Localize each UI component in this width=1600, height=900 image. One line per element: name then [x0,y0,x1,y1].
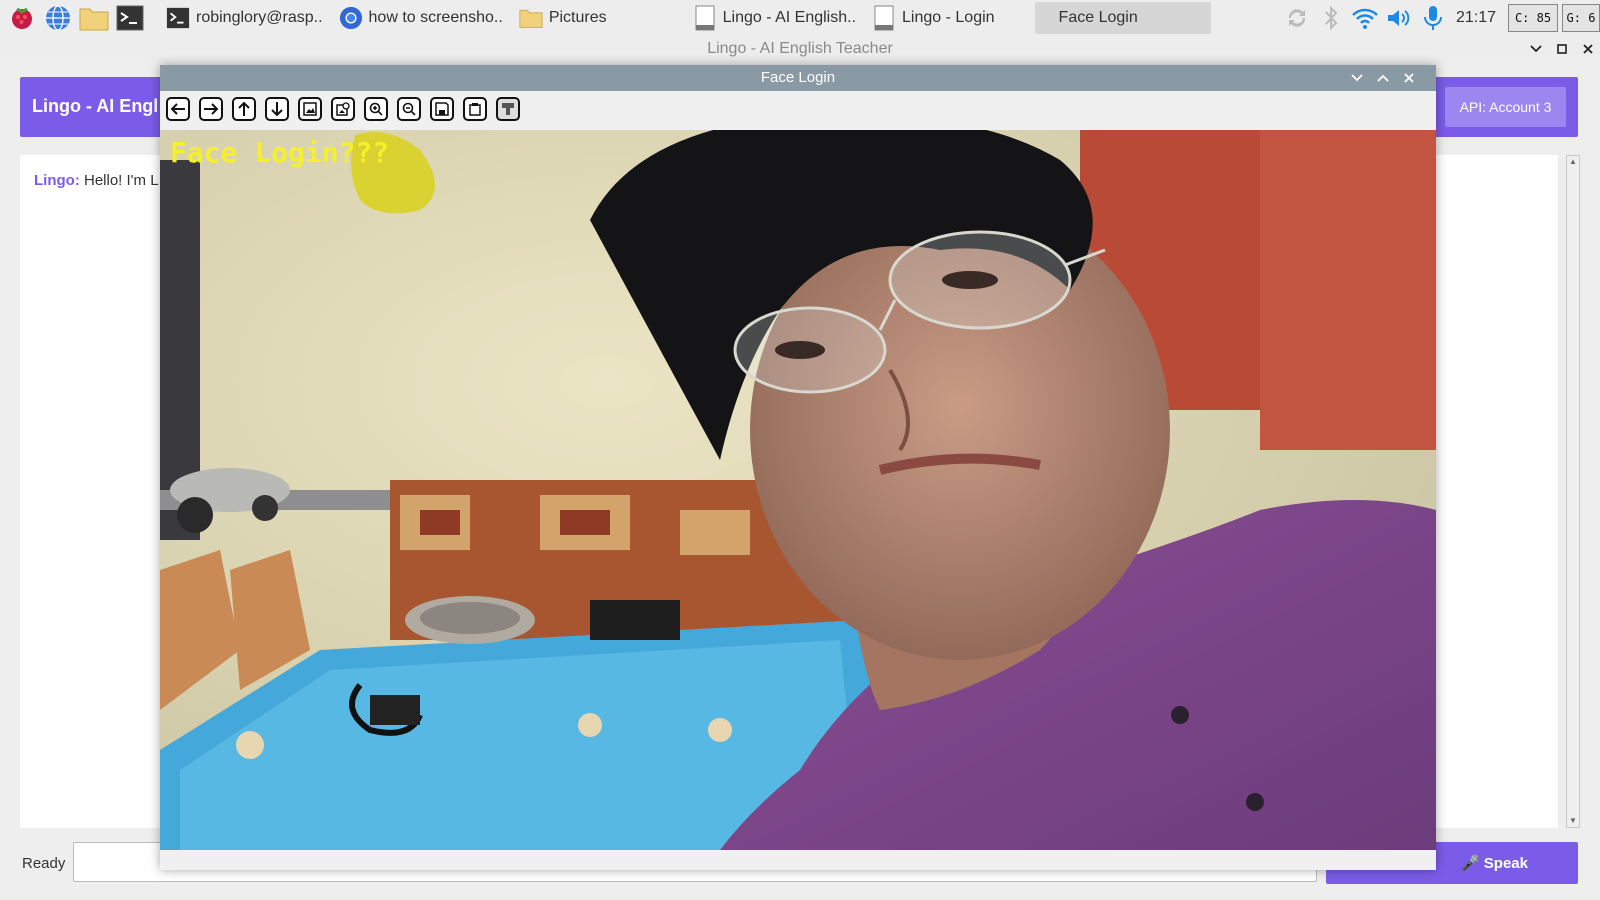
zoom-out-icon[interactable] [397,97,421,121]
app-titlebar: Lingo - AI English Teacher [0,36,1600,62]
chat-scrollbar[interactable]: ▲ ▼ [1566,155,1580,828]
task-lingo-main[interactable]: Lingo - AI English.. [687,2,866,34]
fw-close-button[interactable] [1398,67,1420,89]
folder-icon [519,6,543,30]
maximize-button[interactable] [1551,38,1573,60]
zoom-in-icon[interactable] [364,97,388,121]
arrow-up-icon[interactable] [232,97,256,121]
close-button[interactable] [1577,38,1599,60]
task-label: how to screensho.. [368,9,503,26]
face-login-titlebar[interactable]: Face Login [160,65,1436,91]
arrow-down-icon[interactable] [265,97,289,121]
task-label: Lingo - AI English.. [722,9,857,26]
task-label: Lingo - Login [902,9,995,26]
window-icon [693,5,717,31]
sync-icon[interactable] [1280,1,1314,35]
bluetooth-icon[interactable] [1314,1,1348,35]
fw-minimize-button[interactable] [1346,67,1368,89]
arrow-left-icon[interactable] [166,97,190,121]
terminal-launcher-icon[interactable] [114,2,146,34]
clock[interactable]: 21:17 [1450,9,1508,27]
volume-icon[interactable] [1382,1,1416,35]
scroll-up-arrow-icon[interactable]: ▲ [1568,157,1578,167]
task-pictures[interactable]: Pictures [513,2,617,34]
image-search-icon[interactable] [331,97,355,121]
task-face-login[interactable]: Face Login [1034,2,1211,34]
taskbar: robinglory@rasp.. how to screensho.. Pic… [0,0,1600,36]
task-lingo-login[interactable]: Lingo - Login [866,2,1005,34]
chat-message-text: Hello! I'm L [84,172,159,189]
image-icon[interactable] [298,97,322,121]
app-header-title: Lingo - AI Engl [32,96,159,116]
properties-icon[interactable] [496,97,520,121]
browser-launcher-icon[interactable] [42,2,74,34]
status-label: Ready [22,855,66,872]
camera-feed-image: Face Login??? [160,130,1436,850]
window-icon [872,5,896,31]
scroll-down-arrow-icon[interactable]: ▼ [1568,816,1578,826]
cpu-monitor[interactable]: C: 85 [1508,4,1558,32]
task-label: Pictures [548,9,607,26]
face-login-overlay-text: Face Login??? [170,136,390,169]
save-icon[interactable] [430,97,454,121]
fw-maximize-button[interactable] [1372,67,1394,89]
browser-icon [339,6,363,30]
task-label: Face Login [1058,9,1138,26]
face-login-title: Face Login [760,69,836,86]
chat-speaker: Lingo: [34,172,80,189]
face-login-window: Face Login Face Login??? [160,65,1436,870]
terminal-icon [166,6,190,30]
raspberry-menu-icon[interactable] [6,2,38,34]
copy-icon[interactable] [463,97,487,121]
app-window-title: Lingo - AI English Teacher [707,40,893,57]
image-viewer-toolbar [166,97,529,123]
gpu-monitor[interactable]: G: 6 [1562,4,1600,32]
arrow-right-icon[interactable] [199,97,223,121]
file-manager-icon[interactable] [78,2,110,34]
task-terminal[interactable]: robinglory@rasp.. [160,2,333,34]
microphone-icon[interactable] [1416,1,1450,35]
api-account-button[interactable]: API: Account 3 [1445,87,1566,127]
minimize-button[interactable] [1525,38,1547,60]
system-tray: 21:17 C: 85 G: 6 [1280,0,1600,36]
task-browser[interactable]: how to screensho.. [333,2,513,34]
wifi-icon[interactable] [1348,1,1382,35]
task-label: robinglory@rasp.. [196,9,323,26]
chat-message: Lingo: Hello! I'm L [34,172,159,189]
